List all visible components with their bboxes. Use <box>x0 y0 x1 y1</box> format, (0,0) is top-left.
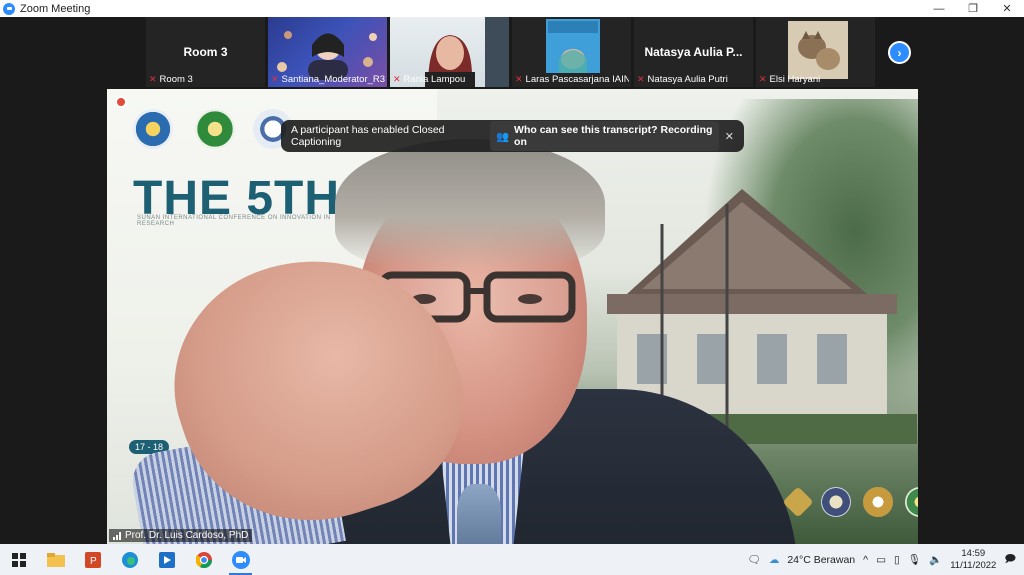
people-icon: 👥 <box>495 130 510 143</box>
zoom-taskbar-icon[interactable] <box>222 544 259 575</box>
cc-link-text: Who can see this transcript? Recording o… <box>514 124 713 148</box>
mic-muted-icon: ✕ <box>759 74 767 84</box>
participant-caption: ✕ Room 3 <box>149 74 263 85</box>
participant-caption: ✕ Natasya Aulia Putri <box>637 74 751 85</box>
taskbar-clock[interactable]: 14:59 11/11/2022 <box>950 548 996 572</box>
cc-close-button[interactable]: ✕ <box>725 130 734 143</box>
participant-tile-santiana[interactable]: ✕ Santiana_Moderator_R3 <box>268 17 387 87</box>
mic-muted-icon: ✕ <box>393 74 401 84</box>
sponsor-logo-2 <box>821 487 851 517</box>
event-subtitle: SUNAN INTERNATIONAL CONFERENCE ON INNOVA… <box>137 215 331 227</box>
window-title: Zoom Meeting <box>20 2 91 15</box>
window-titlebar: Zoom Meeting — ❐ ✕ <box>0 0 1024 17</box>
sponsor-logo-4 <box>905 487 918 517</box>
participant-caption: ✕ Elsi Haryani <box>759 74 873 85</box>
svg-text:P: P <box>90 556 97 567</box>
mic-muted-icon: ✕ <box>271 74 279 84</box>
sponsor-logo-1 <box>782 486 814 518</box>
speaker-name-label: Prof. Dr. Luis Cardoso, PhD <box>109 529 253 542</box>
participant-tile-elsi[interactable]: ✕ Elsi Haryani <box>756 17 875 87</box>
participant-caption: ✕ Santiana_Moderator_R3 <box>271 74 385 85</box>
powerpoint-icon[interactable]: P <box>74 544 111 575</box>
meeting-area: Room 3 ✕ Room 3 ✕ Santiana_Moderator_R3 <box>0 17 1024 544</box>
speaker-tie <box>457 484 501 544</box>
mic-muted-icon: ✕ <box>637 74 645 84</box>
participant-tile-laras[interactable]: ✕ Laras Pascasarjana IAIN ... <box>512 17 631 87</box>
battery-icon[interactable]: ▯ <box>894 554 900 566</box>
participant-tile-room3[interactable]: Room 3 ✕ Room 3 <box>146 17 265 87</box>
participant-caption-text: Santiana_Moderator_R3 <box>281 74 385 85</box>
close-button[interactable]: ✕ <box>990 0 1024 17</box>
speaker-name-text: Prof. Dr. Luis Cardoso, PhD <box>125 530 249 541</box>
participant-big-name: Room 3 <box>183 45 228 59</box>
speaker-hair <box>335 139 605 269</box>
file-explorer-icon[interactable] <box>37 544 74 575</box>
participant-big-name: Natasya Aulia P... <box>644 45 743 59</box>
logo-kemenag <box>195 109 235 149</box>
microphone-icon[interactable]: 🎙 <box>908 553 921 566</box>
clock-time: 14:59 <box>961 547 986 559</box>
next-page-button[interactable]: › <box>888 41 911 64</box>
participant-tile-natasya[interactable]: Natasya Aulia P... ✕ Natasya Aulia Putri <box>634 17 753 87</box>
media-player-icon[interactable] <box>148 544 185 575</box>
participant-caption-text: Laras Pascasarjana IAIN ... <box>525 74 629 85</box>
mic-muted-icon: ✕ <box>515 74 523 84</box>
participant-caption-text: Elsi Haryani <box>769 74 821 85</box>
restore-button[interactable]: ❐ <box>956 0 990 17</box>
active-speaker-video: THE 5TH SUNAN INTERNATIONAL CONFERENCE O… <box>107 89 918 544</box>
mic-muted-icon: ✕ <box>149 74 157 84</box>
volume-icon[interactable]: 🔈 <box>929 553 942 566</box>
participant-tile-rania[interactable]: ✕ Rania Lampou <box>390 17 509 87</box>
transcript-visibility-link[interactable]: 👥 Who can see this transcript? Recording… <box>489 121 719 151</box>
logo-kemendikbud <box>133 109 173 149</box>
clock-date: 11/11/2022 <box>950 559 997 571</box>
windows-taskbar: P 🗨 ☁ 24°C Berawan ^ ▭ ▯ 🎙 🔈 14:59 11/11… <box>0 544 1024 575</box>
system-tray: 🗨 ☁ 24°C Berawan ^ ▭ ▯ 🎙 🔈 14:59 11/11/2… <box>747 548 1024 572</box>
edge-browser-icon[interactable] <box>111 544 148 575</box>
notifications-icon[interactable]: 🗩 <box>1004 551 1016 569</box>
weather-text[interactable]: 24°C Berawan <box>787 554 855 566</box>
participant-strip: Room 3 ✕ Room 3 ✕ Santiana_Moderator_R3 <box>146 17 875 87</box>
windows-start-icon[interactable] <box>0 544 37 575</box>
sponsor-logo-3 <box>863 487 893 517</box>
participant-caption: ✕ Rania Lampou <box>393 74 507 85</box>
zoom-logo-icon <box>3 2 15 15</box>
participant-caption-text: Rania Lampou <box>403 74 466 85</box>
event-sponsor-logos <box>782 486 918 518</box>
people-tray-icon[interactable]: 🗨 <box>747 553 760 566</box>
participant-caption: ✕ Laras Pascasarjana IAIN ... <box>515 74 629 85</box>
chrome-icon[interactable] <box>185 544 222 575</box>
chevron-up-icon[interactable]: ^ <box>863 554 868 566</box>
participant-caption-text: Room 3 <box>159 74 193 85</box>
network-icon[interactable]: ▭ <box>876 554 886 566</box>
cc-message: A participant has enabled Closed Caption… <box>291 124 445 148</box>
weather-icon[interactable]: ☁ <box>769 554 780 566</box>
signal-bars-icon <box>113 531 121 540</box>
recording-indicator-icon <box>115 96 127 108</box>
minimize-button[interactable]: — <box>922 0 956 17</box>
participant-caption-text: Natasya Aulia Putri <box>647 74 728 85</box>
closed-caption-banner: A participant has enabled Closed Caption… <box>281 120 744 152</box>
